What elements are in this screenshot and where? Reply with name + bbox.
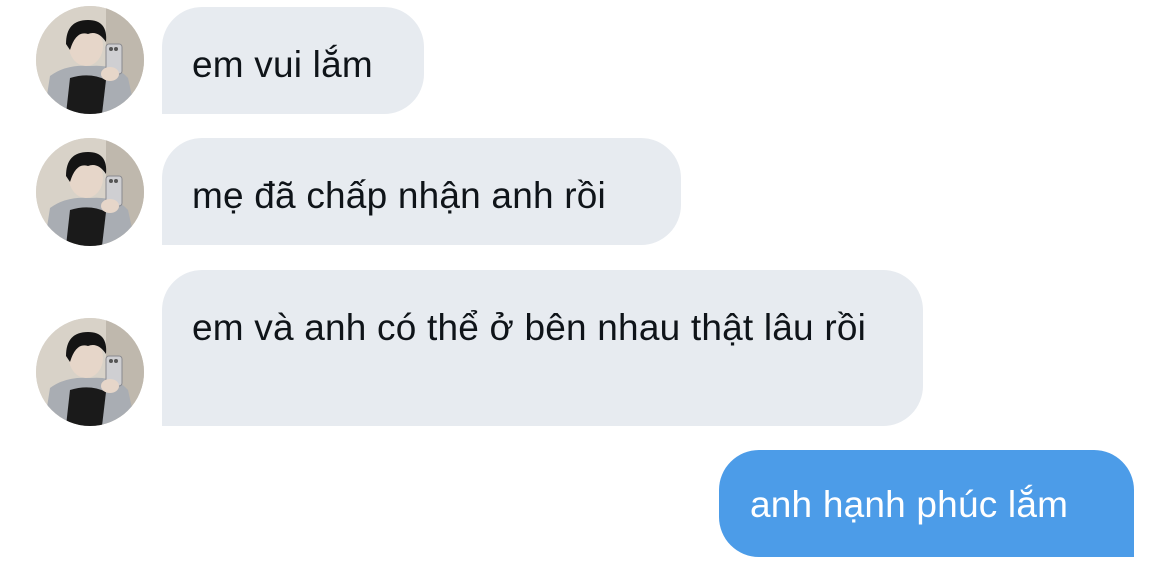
message-text: em vui lắm [192,44,373,85]
message-text: anh hạnh phúc lắm [750,484,1069,525]
outgoing-message-bubble[interactable]: anh hạnh phúc lắm [719,450,1134,557]
incoming-message-bubble[interactable]: em và anh có thể ở bên nhau thật lâu rồi [162,270,923,426]
message-text: em và anh có thể ở bên nhau thật lâu rồi [192,307,867,348]
person-photo-icon [36,318,144,426]
sender-avatar[interactable] [36,6,144,114]
sender-avatar[interactable] [36,138,144,246]
message-text: mẹ đã chấp nhận anh rồi [192,175,606,216]
person-photo-icon [36,138,144,246]
sender-avatar[interactable] [36,318,144,426]
incoming-message-bubble[interactable]: mẹ đã chấp nhận anh rồi [162,138,681,245]
person-photo-icon [36,6,144,114]
incoming-message-bubble[interactable]: em vui lắm [162,7,424,114]
